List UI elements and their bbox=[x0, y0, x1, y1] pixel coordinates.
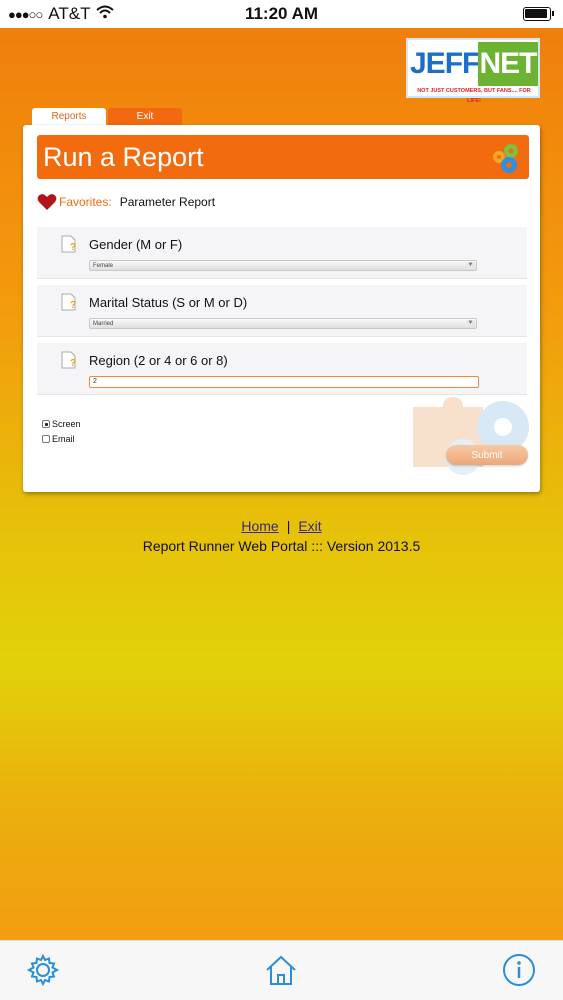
favorites-value[interactable]: Parameter Report bbox=[120, 195, 215, 209]
tab-exit[interactable]: Exit bbox=[108, 108, 182, 126]
logo-jeff-text: JEFF bbox=[410, 47, 480, 80]
chevron-down-icon: ▼ bbox=[466, 262, 475, 269]
screen-radio-label: Screen bbox=[52, 419, 81, 429]
logo-tagline: NOT JUST CUSTOMERS, BUT FANS.... FOR LIF… bbox=[417, 88, 531, 104]
param-marital-status-label: Marital Status (S or M or D) bbox=[89, 295, 248, 310]
bottom-toolbar bbox=[0, 940, 563, 1000]
status-bar: ●●●○○ AT&T 11:20 AM bbox=[0, 0, 563, 28]
battery-icon bbox=[523, 7, 554, 21]
footer-separator: | bbox=[286, 518, 291, 534]
svg-text:?: ? bbox=[70, 300, 76, 311]
footer-links: Home | Exit bbox=[0, 518, 563, 534]
document-question-icon: ? bbox=[61, 235, 76, 253]
marital-status-select-value: Married bbox=[93, 321, 114, 327]
home-icon[interactable] bbox=[264, 953, 298, 987]
email-radio[interactable] bbox=[42, 435, 50, 443]
screen-radio[interactable] bbox=[42, 420, 50, 428]
document-question-icon: ? bbox=[61, 293, 76, 311]
version-text: Report Runner Web Portal ::: Version 201… bbox=[142, 538, 421, 554]
logo-net-text: NET bbox=[478, 42, 538, 86]
svg-text:?: ? bbox=[70, 242, 76, 253]
report-card: Run a Report Favorites: Parameter Report… bbox=[23, 125, 540, 492]
marital-status-select[interactable]: Married ▼ bbox=[89, 318, 477, 329]
home-link[interactable]: Home bbox=[241, 518, 278, 534]
info-icon[interactable] bbox=[502, 953, 536, 987]
favorites-label: Favorites: bbox=[59, 195, 112, 209]
gender-select[interactable]: Female ▼ bbox=[89, 260, 477, 271]
output-option-screen[interactable]: Screen bbox=[42, 419, 81, 429]
document-question-icon: ? bbox=[61, 351, 76, 369]
status-time: 11:20 AM bbox=[244, 4, 319, 23]
param-gender: ? Gender (M or F) Female ▼ bbox=[37, 227, 527, 279]
submit-button[interactable]: Submit bbox=[446, 445, 528, 465]
exit-link[interactable]: Exit bbox=[298, 518, 321, 534]
param-gender-label: Gender (M or F) bbox=[89, 237, 183, 252]
param-region-label: Region (2 or 4 or 6 or 8) bbox=[89, 353, 228, 368]
tab-reports[interactable]: Reports bbox=[32, 108, 106, 126]
gear-icon[interactable] bbox=[26, 953, 60, 987]
heart-icon bbox=[37, 194, 57, 210]
svg-text:?: ? bbox=[70, 358, 76, 369]
gears-icon bbox=[493, 144, 518, 173]
favorites-row: Favorites: Parameter Report bbox=[37, 193, 215, 211]
output-option-email[interactable]: Email bbox=[42, 434, 75, 444]
chevron-down-icon: ▼ bbox=[466, 320, 475, 327]
jeffnet-logo[interactable]: JEFF NET NOT JUST CUSTOMERS, BUT FANS...… bbox=[406, 38, 540, 104]
email-radio-label: Email bbox=[52, 434, 75, 444]
report-header: Run a Report bbox=[37, 135, 529, 179]
param-marital-status: ? Marital Status (S or M or D) Married ▼ bbox=[37, 285, 527, 337]
gender-select-value: Female bbox=[93, 263, 114, 269]
page-title: Run a Report bbox=[43, 142, 204, 172]
